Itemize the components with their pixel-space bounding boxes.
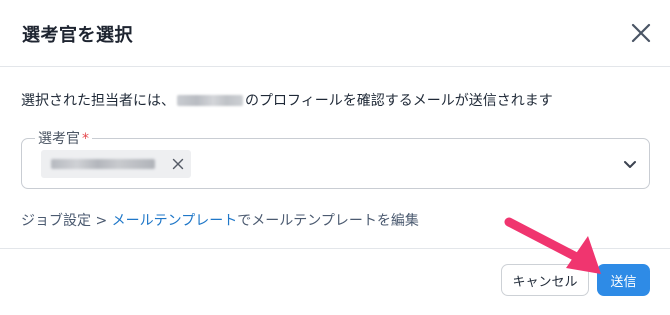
selected-reviewer-chip — [41, 150, 191, 178]
cancel-button[interactable]: キャンセル — [501, 264, 589, 296]
close-icon[interactable] — [628, 20, 654, 46]
reviewer-select[interactable] — [21, 138, 650, 189]
template-link-line: ジョブ設定 > メールテンプレートでメールテンプレートを編集 — [21, 210, 419, 230]
description-before: 選択された担当者には、 — [21, 93, 175, 109]
required-mark: * — [82, 131, 89, 147]
redacted-name — [177, 95, 243, 106]
link-suffix: でメールテンプレートを編集 — [237, 213, 419, 229]
send-button[interactable]: 送信 — [597, 264, 650, 296]
field-label: 選考官 * — [35, 128, 92, 148]
dialog-header: 選考官を選択 — [0, 0, 670, 66]
header-divider — [0, 66, 670, 67]
footer-divider — [0, 248, 670, 249]
link-prefix: ジョブ設定 > — [21, 213, 112, 229]
field-label-text: 選考官 — [38, 131, 80, 147]
x-icon[interactable] — [170, 156, 186, 172]
description-after: のプロフィールを確認するメールが送信されます — [245, 93, 553, 109]
chevron-down-icon[interactable] — [622, 156, 638, 172]
description-text: 選択された担当者には、 のプロフィールを確認するメールが送信されます — [21, 90, 553, 110]
email-template-link[interactable]: メールテンプレート — [112, 213, 238, 229]
dialog-title: 選考官を選択 — [22, 25, 133, 46]
redacted-chip-name — [51, 159, 155, 169]
